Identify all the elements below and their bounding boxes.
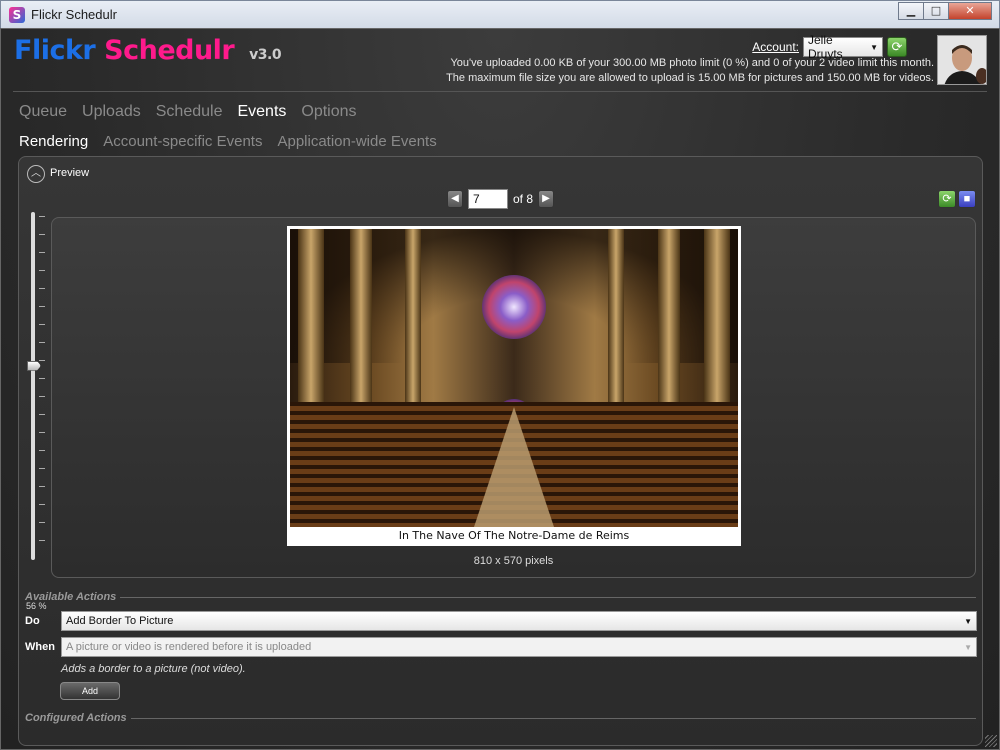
configured-actions-title: Configured Actions xyxy=(25,712,127,724)
zoom-slider[interactable] xyxy=(27,212,47,570)
action-select-value: Add Border To Picture xyxy=(66,615,174,627)
usage-info: You've uploaded 0.00 KB of your 300.00 M… xyxy=(446,56,934,86)
tab-application-wide-events[interactable]: Application-wide Events xyxy=(277,133,436,150)
account-label[interactable]: Account: xyxy=(752,40,799,54)
title-bar: S Flickr Schedulr ▁ □ ✕ xyxy=(0,0,1000,28)
header-divider xyxy=(13,91,987,92)
rose-window xyxy=(482,275,546,339)
usage-line-2: The maximum file size you are allowed to… xyxy=(446,72,934,84)
dropdown-icon: ▼ xyxy=(870,42,878,52)
zoom-ticks xyxy=(39,216,45,556)
pager: ◀ 7 of 8 ▶ xyxy=(447,189,555,209)
tab-events[interactable]: Events xyxy=(237,103,286,121)
page-count: of 8 xyxy=(513,192,534,206)
usage-line-1: You've uploaded 0.00 KB of your 300.00 M… xyxy=(450,57,934,69)
app-client: Flickr Schedulr v3.0 Account: Jelle Druy… xyxy=(0,28,1000,750)
add-button[interactable]: Add xyxy=(60,682,120,700)
logo-text: Flickr Schedulr v3.0 xyxy=(14,35,282,66)
logo-schedulr: Schedulr xyxy=(104,35,235,66)
do-label: Do xyxy=(25,615,40,627)
save-icon[interactable]: ■ xyxy=(958,190,976,208)
action-select[interactable]: Add Border To Picture ▼ xyxy=(61,611,977,631)
available-actions-header: Available Actions xyxy=(25,591,976,603)
tab-queue[interactable]: Queue xyxy=(19,103,67,121)
logo-version: v3.0 xyxy=(249,47,282,63)
next-icon[interactable]: ▶ xyxy=(538,190,555,208)
when-label: When xyxy=(25,641,55,653)
tab-options[interactable]: Options xyxy=(301,103,356,121)
available-actions-title: Available Actions xyxy=(25,591,117,603)
maximize-icon[interactable]: □ xyxy=(923,2,949,20)
refresh-icon[interactable]: ⟳ xyxy=(887,37,907,57)
app-icon: S xyxy=(9,7,25,23)
dropdown-icon: ▼ xyxy=(964,616,972,626)
account-select[interactable]: Jelle Druyts ▼ xyxy=(803,33,883,61)
dropdown-icon: ▼ xyxy=(964,642,972,652)
window-controls: ▁ □ ✕ xyxy=(898,2,992,20)
photo-dimensions: 810 x 570 pixels xyxy=(473,555,554,567)
avatar xyxy=(937,35,987,85)
rendering-panel: ︿ Preview ◀ 7 of 8 ▶ ⟳ ■ 56 % In The Nav… xyxy=(18,156,983,746)
window-title: Flickr Schedulr xyxy=(31,7,117,22)
minimize-icon[interactable]: ▁ xyxy=(898,2,924,20)
sub-nav: Rendering Account-specific Events Applic… xyxy=(19,133,437,150)
zoom-track xyxy=(31,212,35,560)
collapse-icon[interactable]: ︿ xyxy=(27,165,45,183)
configured-actions-header: Configured Actions xyxy=(25,712,976,724)
photo-caption: In The Nave Of The Notre-Dame de Reims xyxy=(398,529,630,542)
preview-photo xyxy=(290,229,738,527)
photo-frame: In The Nave Of The Notre-Dame de Reims xyxy=(287,226,741,546)
trigger-select[interactable]: A picture or video is rendered before it… xyxy=(61,637,977,657)
tab-rendering[interactable]: Rendering xyxy=(19,133,88,150)
preview-area: In The Nave Of The Notre-Dame de Reims 8… xyxy=(51,217,976,578)
resize-grip[interactable] xyxy=(985,735,997,747)
preview-label: Preview xyxy=(50,167,90,179)
previous-icon[interactable]: ◀ xyxy=(447,190,463,208)
photo-aisle xyxy=(474,407,554,527)
account-row: Account: Jelle Druyts ▼ ⟳ xyxy=(752,33,907,61)
close-icon[interactable]: ✕ xyxy=(948,2,992,20)
logo-flickr: Flickr xyxy=(14,35,96,66)
action-description: Adds a border to a picture (not video). xyxy=(61,663,246,675)
tab-schedule[interactable]: Schedule xyxy=(156,103,223,121)
main-nav: Queue Uploads Schedule Events Options xyxy=(19,103,357,121)
preview-tools: ⟳ ■ xyxy=(938,190,976,208)
app-logo: Flickr Schedulr v3.0 xyxy=(14,35,282,66)
trigger-select-value: A picture or video is rendered before it… xyxy=(66,641,312,653)
refresh-icon[interactable]: ⟳ xyxy=(938,190,956,208)
page-number-input[interactable]: 7 xyxy=(468,189,508,209)
tab-uploads[interactable]: Uploads xyxy=(82,103,141,121)
tab-account-specific-events[interactable]: Account-specific Events xyxy=(103,133,262,150)
